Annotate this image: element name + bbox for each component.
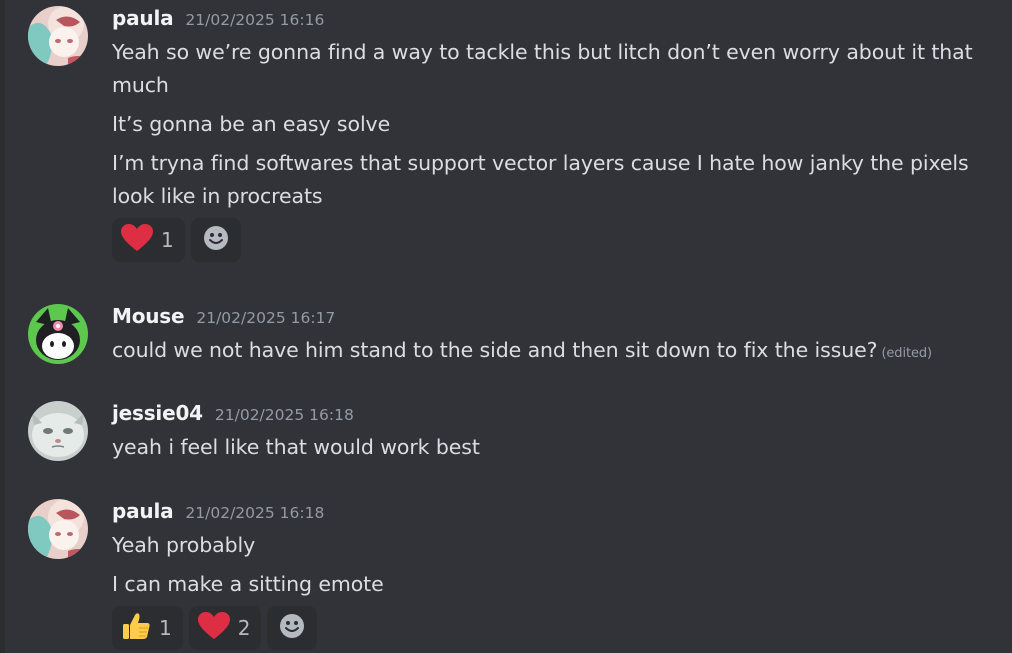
reaction-count: 2 — [237, 616, 251, 640]
avatar[interactable] — [28, 499, 88, 559]
add-reaction-button[interactable] — [267, 606, 318, 650]
username[interactable]: jessie04 — [112, 401, 203, 425]
avatar-image — [28, 499, 88, 559]
heart-icon — [197, 612, 230, 644]
avatar-image — [28, 401, 88, 461]
message-text: Yeah so we’re gonna find a way to tackle… — [112, 40, 973, 97]
message-text: Yeah probably — [112, 533, 256, 557]
username[interactable]: paula — [112, 6, 174, 30]
thumbs-up-icon — [121, 611, 151, 645]
message-text-content: could we not have him stand to the side … — [112, 338, 878, 362]
message-text: I can make a sitting emote — [112, 572, 384, 596]
reaction-heart[interactable]: 1 — [112, 218, 185, 262]
reaction-thumbs-up[interactable]: 1 — [112, 606, 183, 650]
avatar[interactable] — [28, 6, 88, 66]
smiley-icon — [203, 225, 229, 255]
reaction-count: 1 — [159, 616, 172, 640]
reaction-heart[interactable]: 2 — [188, 606, 262, 650]
message-text: could we not have him stand to the side … — [112, 334, 982, 370]
channel-edge — [0, 0, 5, 653]
username[interactable]: Mouse — [112, 304, 185, 328]
add-reaction-button[interactable] — [190, 218, 241, 262]
avatar-image — [28, 6, 88, 66]
timestamp[interactable]: 21/02/2025 16:18 — [185, 504, 324, 522]
reaction-bar: 1 2 — [112, 606, 318, 650]
timestamp[interactable]: 21/02/2025 16:16 — [185, 11, 324, 29]
message-header: paula 21/02/2025 16:16 — [112, 6, 324, 30]
message-text: I’m tryna find softwares that support ve… — [112, 151, 969, 208]
avatar-image — [28, 304, 88, 364]
reaction-bar: 1 — [112, 218, 241, 262]
message-header: Mouse 21/02/2025 16:17 — [112, 304, 335, 328]
timestamp[interactable]: 21/02/2025 16:17 — [196, 309, 335, 327]
message-text: yeah i feel like that would work best — [112, 435, 480, 459]
timestamp[interactable]: 21/02/2025 16:18 — [215, 406, 354, 424]
smiley-icon — [279, 613, 305, 643]
message-text: It’s gonna be an easy solve — [112, 112, 391, 136]
reaction-count: 1 — [161, 228, 174, 252]
heart-icon — [121, 224, 153, 256]
edited-label[interactable]: (edited) — [881, 346, 932, 361]
message-header: jessie04 21/02/2025 16:18 — [112, 401, 354, 425]
message-header: paula 21/02/2025 16:18 — [112, 499, 324, 523]
avatar[interactable] — [28, 304, 88, 364]
username[interactable]: paula — [112, 499, 174, 523]
avatar[interactable] — [28, 401, 88, 461]
